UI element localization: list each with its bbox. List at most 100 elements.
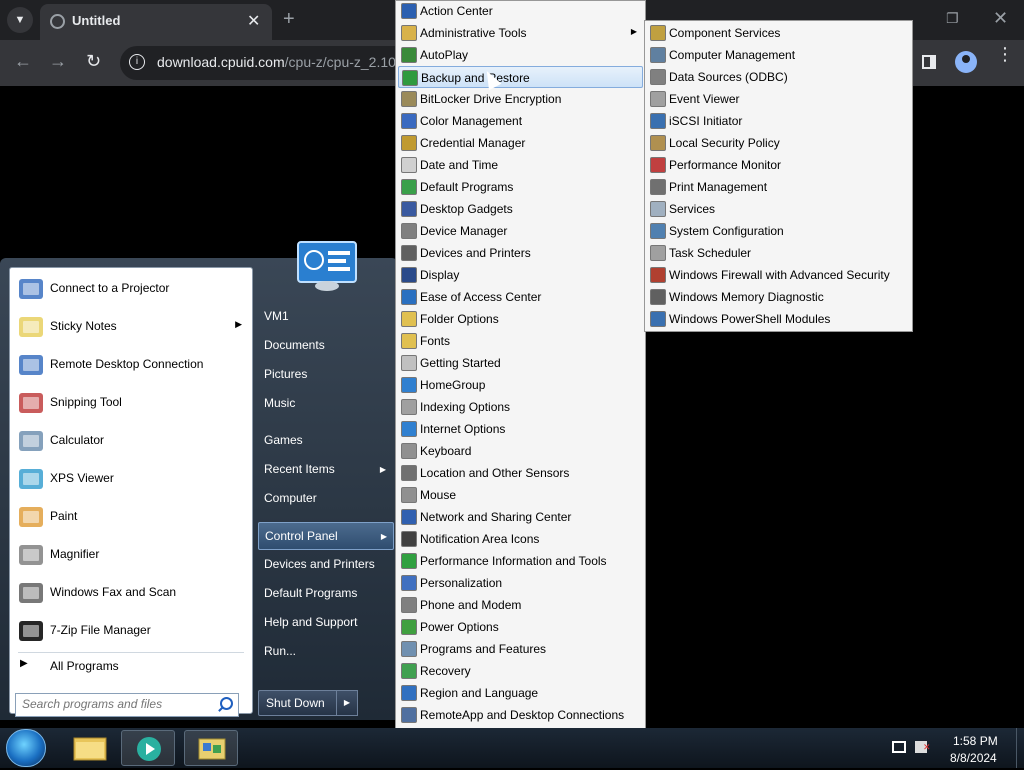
control-panel-item[interactable]: Color Management [398,110,643,132]
control-panel-item[interactable]: Action Center [398,0,643,22]
start-right-item[interactable]: Control Panel ▶ [258,522,394,550]
start-search-input[interactable] [22,697,212,711]
admin-tool-item[interactable]: Print Management [647,176,910,198]
control-panel-item[interactable]: Notification Area Icons [398,528,643,550]
program-item[interactable]: Calculator [12,423,248,459]
admin-tool-item[interactable]: Services [647,198,910,220]
control-panel-item[interactable]: Administrative Tools ▶ [398,22,643,44]
control-panel-item[interactable]: Programs and Features [398,638,643,660]
start-right-item[interactable]: Default Programs [258,580,392,606]
control-panel-item[interactable]: Indexing Options [398,396,643,418]
control-panel-item[interactable]: Personalization [398,572,643,594]
admin-tool-item[interactable]: Local Security Policy [647,132,910,154]
reload-icon[interactable]: ↻ [86,51,101,72]
new-tab-plus-icon[interactable]: + [283,8,295,31]
forward-arrow-icon[interactable]: → [49,51,67,72]
browser-tab[interactable]: Untitled ✕ [40,4,272,40]
program-item[interactable]: Paint [12,499,248,535]
control-panel-item[interactable]: Devices and Printers [398,242,643,264]
admin-tool-item[interactable]: Windows Memory Diagnostic [647,286,910,308]
start-right-item[interactable]: Devices and Printers [258,551,392,577]
control-panel-item[interactable]: Backup and Restore [398,66,643,88]
window-restore-icon[interactable]: ❐ [946,10,959,27]
admin-tool-item[interactable]: Task Scheduler [647,242,910,264]
start-right-item[interactable]: Help and Support [258,609,392,635]
program-item[interactable]: Snipping Tool [12,385,248,421]
program-item[interactable]: Sticky Notes ▶ [12,309,248,345]
admin-tool-item[interactable]: Windows PowerShell Modules [647,308,910,330]
taskbar-explorer-folder-icon[interactable] [63,730,117,766]
control-panel-item[interactable]: Network and Sharing Center [398,506,643,528]
control-panel-item[interactable]: Fonts [398,330,643,352]
control-panel-item[interactable]: BitLocker Drive Encryption [398,88,643,110]
all-programs-button[interactable]: ▶ All Programs [12,655,248,677]
start-right-item[interactable]: Run... [258,638,392,664]
program-item[interactable]: Windows Fax and Scan [12,575,248,611]
program-item[interactable]: Connect to a Projector [12,271,248,307]
control-panel-item[interactable]: Phone and Modem [398,594,643,616]
control-panel-item[interactable]: RemoteApp and Desktop Connections [398,704,643,726]
admin-tool-item[interactable]: Component Services [647,22,910,44]
shut-down-button[interactable]: Shut Down [258,690,338,716]
clock-time[interactable]: 1:58 PM [953,734,998,748]
program-item[interactable]: Remote Desktop Connection [12,347,248,383]
address-bar[interactable]: i download.cpuid.com/cpu-z/cpu-z_2.10 [120,46,398,80]
side-panel-icon[interactable] [922,55,936,69]
start-right-item[interactable]: Pictures [258,361,392,387]
control-panel-item[interactable]: Device Manager [398,220,643,242]
start-right-item[interactable]: Recent Items ▶ [258,456,392,482]
taskbar-media-player-icon[interactable] [121,730,175,766]
start-button-windows-logo-icon[interactable] [6,729,46,767]
start-right-item[interactable]: Music [258,390,392,416]
control-panel-item[interactable]: Folder Options [398,308,643,330]
control-panel-item[interactable]: Power Options [398,616,643,638]
control-panel-item[interactable]: Credential Manager [398,132,643,154]
control-panel-item[interactable]: Date and Time [398,154,643,176]
start-search-box[interactable] [15,693,239,717]
control-panel-item[interactable]: Performance Information and Tools [398,550,643,572]
program-item[interactable]: 7-Zip File Manager [12,613,248,649]
control-panel-item[interactable]: Region and Language [398,682,643,704]
program-item[interactable]: Magnifier [12,537,248,573]
control-panel-item[interactable]: HomeGroup [398,374,643,396]
control-panel-item[interactable]: Internet Options [398,418,643,440]
program-item[interactable]: XPS Viewer [12,461,248,497]
start-right-item[interactable]: Games [258,427,392,453]
taskbar-control-panel-icon[interactable] [184,730,238,766]
control-panel-item[interactable]: Desktop Gadgets [398,198,643,220]
profile-avatar-icon[interactable] [955,51,977,73]
control-panel-item[interactable]: Recovery [398,660,643,682]
admin-tool-item[interactable]: iSCSI Initiator [647,110,910,132]
clock-date[interactable]: 8/8/2024 [950,751,997,765]
network-tray-icon[interactable] [892,741,906,753]
admin-tool-item[interactable]: Data Sources (ODBC) [647,66,910,88]
control-panel-item[interactable]: Keyboard [398,440,643,462]
admin-tool-item[interactable]: Performance Monitor [647,154,910,176]
admin-tool-item[interactable]: System Configuration [647,220,910,242]
site-info-icon[interactable]: i [129,54,145,70]
back-arrow-icon[interactable]: ← [14,51,32,72]
search-icon[interactable] [220,697,233,710]
control-panel-item[interactable]: Location and Other Sensors [398,462,643,484]
admin-tool-item[interactable]: Event Viewer [647,88,910,110]
start-right-item[interactable]: VM1 [258,303,392,329]
control-panel-item-icon [401,575,417,591]
control-panel-item[interactable]: Default Programs [398,176,643,198]
admin-tool-item[interactable]: Computer Management [647,44,910,66]
window-close-icon[interactable]: ✕ [993,8,1008,29]
control-panel-item[interactable]: Mouse [398,484,643,506]
control-panel-item[interactable]: Ease of Access Center [398,286,643,308]
tab-close-icon[interactable]: ✕ [247,11,260,31]
control-panel-item[interactable]: AutoPlay [398,44,643,66]
url-text[interactable]: download.cpuid.com/cpu-z/cpu-z_2.10 [157,54,396,70]
browser-menu-icon[interactable]: ⋮ [996,45,1014,63]
start-right-item[interactable]: Computer [258,485,392,511]
control-panel-item[interactable]: Getting Started [398,352,643,374]
volume-muted-tray-icon[interactable] [915,741,931,753]
start-right-item[interactable]: Documents [258,332,392,358]
admin-tool-item[interactable]: Windows Firewall with Advanced Security [647,264,910,286]
control-panel-item[interactable]: Display [398,264,643,286]
tab-search-chevron-icon[interactable]: ▼ [7,7,33,33]
shut-down-options-arrow-icon[interactable]: ▶ [336,690,358,716]
show-desktop-button[interactable] [1016,728,1024,768]
